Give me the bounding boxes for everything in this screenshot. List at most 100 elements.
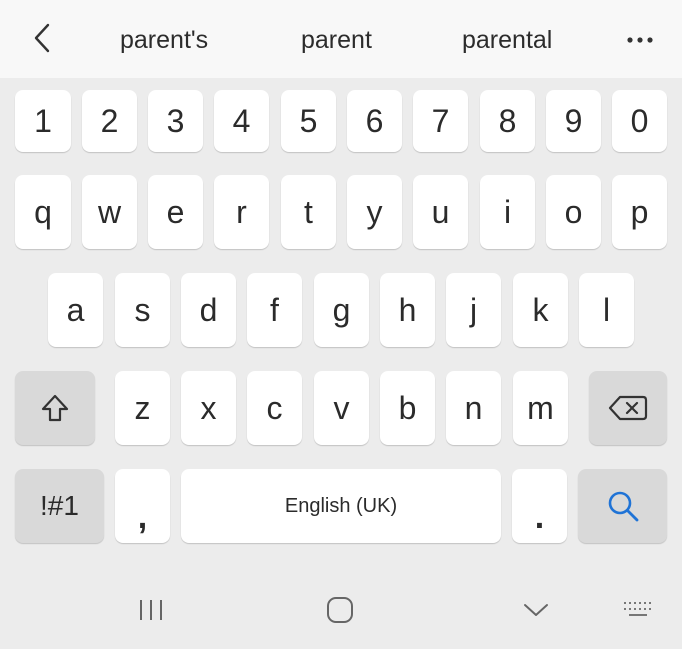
key-label: 6 [365, 102, 384, 139]
key-f[interactable]: f [247, 273, 302, 347]
key-label: t [304, 193, 313, 230]
key-m[interactable]: m [513, 371, 568, 445]
key-6[interactable]: 6 [347, 90, 402, 152]
key-label: o [564, 193, 583, 230]
home-button[interactable] [315, 588, 365, 632]
key-1[interactable]: 1 [15, 90, 71, 152]
suggestion-bar: parent's parent parental [0, 0, 682, 78]
key-n[interactable]: n [446, 371, 501, 445]
keyboard-switch-button[interactable] [614, 590, 664, 630]
key-2[interactable]: 2 [82, 90, 137, 152]
key-y[interactable]: y [347, 175, 402, 249]
shift-icon [41, 394, 69, 422]
key-e[interactable]: e [148, 175, 203, 249]
key-h[interactable]: h [380, 273, 435, 347]
recent-apps-icon [140, 600, 162, 620]
suggestion-item[interactable]: parent's [120, 22, 208, 58]
key-t[interactable]: t [281, 175, 336, 249]
comma-key[interactable]: , [115, 469, 170, 543]
hide-keyboard-button[interactable] [511, 590, 561, 630]
key-b[interactable]: b [380, 371, 435, 445]
key-label: b [398, 389, 417, 426]
key-g[interactable]: g [314, 273, 369, 347]
key-p[interactable]: p [612, 175, 667, 249]
key-0[interactable]: 0 [612, 90, 667, 152]
keyboard-icon [624, 602, 651, 616]
key-w[interactable]: w [82, 175, 137, 249]
key-9[interactable]: 9 [546, 90, 601, 152]
key-label: e [166, 193, 185, 230]
symbols-key[interactable]: !#1 [15, 469, 104, 543]
key-label: l [602, 291, 611, 328]
key-label: y [366, 193, 383, 230]
key-8[interactable]: 8 [480, 90, 535, 152]
backspace-key[interactable] [589, 371, 667, 445]
keyboard: 1 2 3 4 5 6 7 8 9 0 q w e r t y u i o p … [0, 78, 682, 570]
period-key[interactable]: . [512, 469, 567, 543]
key-label: 9 [564, 102, 583, 139]
key-label: m [527, 389, 554, 426]
suggestion-item[interactable]: parental [462, 22, 552, 58]
key-j[interactable]: j [446, 273, 501, 347]
more-horizontal-icon [627, 37, 653, 43]
key-s[interactable]: s [115, 273, 170, 347]
key-label: h [398, 291, 417, 328]
key-label: 2 [100, 102, 119, 139]
key-label: 8 [498, 102, 517, 139]
key-o[interactable]: o [546, 175, 601, 249]
key-label: c [266, 389, 283, 426]
more-options-button[interactable] [618, 20, 662, 60]
key-label: 5 [299, 102, 318, 139]
space-key-label: English (UK) [284, 494, 398, 517]
key-label: . [534, 498, 545, 536]
key-label: r [236, 193, 247, 230]
key-label: w [97, 193, 122, 230]
key-label: !#1 [40, 490, 79, 521]
key-4[interactable]: 4 [214, 90, 269, 152]
key-r[interactable]: r [214, 175, 269, 249]
key-label: d [199, 291, 218, 328]
key-label: v [333, 389, 350, 426]
search-key[interactable] [578, 469, 667, 543]
key-7[interactable]: 7 [413, 90, 468, 152]
key-c[interactable]: c [247, 371, 302, 445]
key-i[interactable]: i [480, 175, 535, 249]
chevron-down-icon [524, 604, 548, 616]
suggestion-item[interactable]: parent [301, 22, 372, 58]
shift-key[interactable] [15, 371, 95, 445]
key-label: 1 [34, 102, 52, 139]
key-3[interactable]: 3 [148, 90, 203, 152]
key-label: 3 [166, 102, 185, 139]
key-label: s [134, 291, 151, 328]
search-icon [608, 491, 638, 522]
key-label: q [34, 193, 52, 230]
key-label: , [137, 498, 148, 536]
home-icon [327, 597, 353, 623]
key-k[interactable]: k [513, 273, 568, 347]
key-label: f [270, 291, 279, 328]
recent-apps-button[interactable] [126, 590, 176, 630]
key-label: 4 [232, 102, 251, 139]
key-5[interactable]: 5 [281, 90, 336, 152]
navigation-bar [0, 570, 682, 649]
key-label: a [66, 291, 85, 328]
back-button[interactable] [22, 18, 62, 58]
key-u[interactable]: u [413, 175, 468, 249]
key-a[interactable]: a [48, 273, 103, 347]
key-d[interactable]: d [181, 273, 236, 347]
key-q[interactable]: q [15, 175, 71, 249]
key-label: g [332, 291, 351, 328]
chevron-left-icon [34, 23, 50, 53]
key-z[interactable]: z [115, 371, 170, 445]
key-label: 7 [431, 102, 450, 139]
key-l[interactable]: l [579, 273, 634, 347]
key-x[interactable]: x [181, 371, 236, 445]
key-v[interactable]: v [314, 371, 369, 445]
key-label: k [532, 291, 549, 328]
key-label: z [134, 389, 151, 426]
key-label: 0 [630, 102, 649, 139]
key-label: u [431, 193, 450, 230]
key-label: n [464, 389, 483, 426]
key-label: p [630, 193, 649, 230]
space-key[interactable]: English (UK) [181, 469, 501, 543]
